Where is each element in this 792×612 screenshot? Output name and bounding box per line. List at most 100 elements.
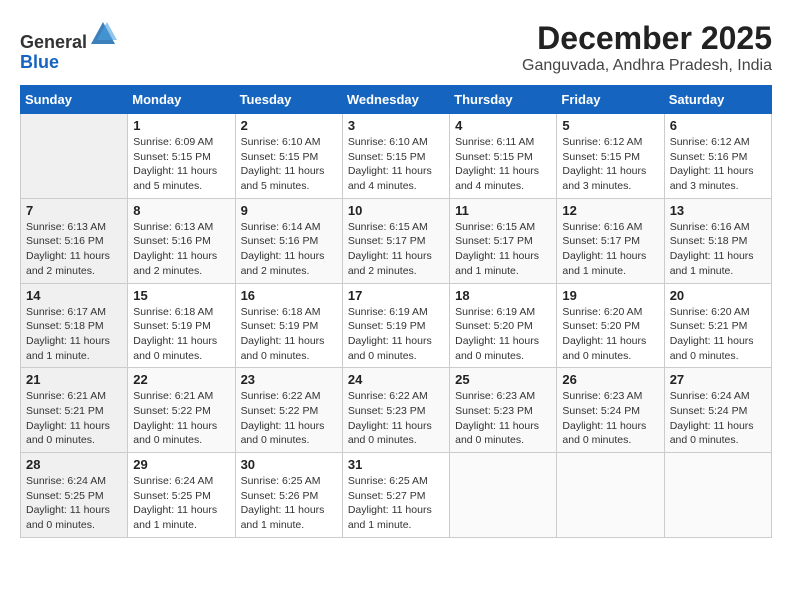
weekday-header-saturday: Saturday xyxy=(664,86,771,114)
day-number: 11 xyxy=(455,203,551,218)
day-number: 26 xyxy=(562,372,658,387)
weekday-header-row: SundayMondayTuesdayWednesdayThursdayFrid… xyxy=(21,86,772,114)
cell-info: Sunrise: 6:25 AM Sunset: 5:26 PM Dayligh… xyxy=(241,474,337,533)
cell-info: Sunrise: 6:20 AM Sunset: 5:20 PM Dayligh… xyxy=(562,305,658,364)
calendar-cell xyxy=(557,453,664,538)
day-number: 20 xyxy=(670,288,766,303)
day-number: 19 xyxy=(562,288,658,303)
cell-info: Sunrise: 6:23 AM Sunset: 5:24 PM Dayligh… xyxy=(562,389,658,448)
cell-info: Sunrise: 6:16 AM Sunset: 5:17 PM Dayligh… xyxy=(562,220,658,279)
cell-info: Sunrise: 6:15 AM Sunset: 5:17 PM Dayligh… xyxy=(348,220,444,279)
cell-info: Sunrise: 6:21 AM Sunset: 5:22 PM Dayligh… xyxy=(133,389,229,448)
calendar-cell: 3 Sunrise: 6:10 AM Sunset: 5:15 PM Daylig… xyxy=(342,114,449,199)
title-area: December 2025 Ganguvada, Andhra Pradesh,… xyxy=(522,20,772,75)
weekday-header-tuesday: Tuesday xyxy=(235,86,342,114)
cell-info: Sunrise: 6:22 AM Sunset: 5:22 PM Dayligh… xyxy=(241,389,337,448)
calendar-cell: 7 Sunrise: 6:13 AM Sunset: 5:16 PM Daylig… xyxy=(21,198,128,283)
day-number: 6 xyxy=(670,118,766,133)
calendar-cell: 4 Sunrise: 6:11 AM Sunset: 5:15 PM Daylig… xyxy=(450,114,557,199)
calendar-cell: 8Sunrise: 6:13 AM Sunset: 5:16 PM Daylig… xyxy=(128,198,235,283)
day-number: 23 xyxy=(241,372,337,387)
day-number: 21 xyxy=(26,372,122,387)
cell-info: Sunrise: 6:16 AM Sunset: 5:18 PM Dayligh… xyxy=(670,220,766,279)
cell-info: Sunrise: 6:25 AM Sunset: 5:27 PM Dayligh… xyxy=(348,474,444,533)
calendar-cell: 9 Sunrise: 6:14 AM Sunset: 5:16 PM Daylig… xyxy=(235,198,342,283)
day-number: 16 xyxy=(241,288,337,303)
logo: General Blue xyxy=(20,20,117,73)
calendar-cell: 12 Sunrise: 6:16 AM Sunset: 5:17 PM Dayli… xyxy=(557,198,664,283)
calendar-cell: 17Sunrise: 6:19 AM Sunset: 5:19 PM Dayli… xyxy=(342,283,449,368)
calendar-week-row: 7 Sunrise: 6:13 AM Sunset: 5:16 PM Daylig… xyxy=(21,198,772,283)
calendar-cell: 5Sunrise: 6:12 AM Sunset: 5:15 PM Daylig… xyxy=(557,114,664,199)
day-number: 1 xyxy=(133,118,229,133)
day-number: 4 xyxy=(455,118,551,133)
cell-info: Sunrise: 6:20 AM Sunset: 5:21 PM Dayligh… xyxy=(670,305,766,364)
day-number: 3 xyxy=(348,118,444,133)
calendar-cell xyxy=(450,453,557,538)
day-number: 7 xyxy=(26,203,122,218)
calendar-cell: 29Sunrise: 6:24 AM Sunset: 5:25 PM Dayli… xyxy=(128,453,235,538)
calendar-cell: 2Sunrise: 6:10 AM Sunset: 5:15 PM Daylig… xyxy=(235,114,342,199)
cell-info: Sunrise: 6:11 AM Sunset: 5:15 PM Dayligh… xyxy=(455,135,551,194)
day-number: 2 xyxy=(241,118,337,133)
day-number: 10 xyxy=(348,203,444,218)
day-number: 27 xyxy=(670,372,766,387)
day-number: 9 xyxy=(241,203,337,218)
calendar-cell xyxy=(21,114,128,199)
calendar-cell: 1 Sunrise: 6:09 AM Sunset: 5:15 PM Daylig… xyxy=(128,114,235,199)
cell-info: Sunrise: 6:14 AM Sunset: 5:16 PM Dayligh… xyxy=(241,220,337,279)
calendar-cell: 11 Sunrise: 6:15 AM Sunset: 5:17 PM Dayli… xyxy=(450,198,557,283)
location-title: Ganguvada, Andhra Pradesh, India xyxy=(522,57,772,75)
page-header: General Blue December 2025 Ganguvada, An… xyxy=(20,20,772,75)
calendar-cell: 6 Sunrise: 6:12 AM Sunset: 5:16 PM Daylig… xyxy=(664,114,771,199)
day-number: 29 xyxy=(133,457,229,472)
logo-blue: Blue xyxy=(20,52,59,72)
weekday-header-sunday: Sunday xyxy=(21,86,128,114)
calendar-cell xyxy=(664,453,771,538)
cell-info: Sunrise: 6:23 AM Sunset: 5:23 PM Dayligh… xyxy=(455,389,551,448)
cell-info: Sunrise: 6:12 AM Sunset: 5:16 PM Dayligh… xyxy=(670,135,766,194)
day-number: 5 xyxy=(562,118,658,133)
cell-info: Sunrise: 6:15 AM Sunset: 5:17 PM Dayligh… xyxy=(455,220,551,279)
calendar-week-row: 14 Sunrise: 6:17 AM Sunset: 5:18 PM Dayli… xyxy=(21,283,772,368)
cell-info: Sunrise: 6:17 AM Sunset: 5:18 PM Dayligh… xyxy=(26,305,122,364)
cell-info: Sunrise: 6:18 AM Sunset: 5:19 PM Dayligh… xyxy=(133,305,229,364)
day-number: 31 xyxy=(348,457,444,472)
cell-info: Sunrise: 6:24 AM Sunset: 5:24 PM Dayligh… xyxy=(670,389,766,448)
calendar-cell: 16Sunrise: 6:18 AM Sunset: 5:19 PM Dayli… xyxy=(235,283,342,368)
calendar-week-row: 28Sunrise: 6:24 AM Sunset: 5:25 PM Dayli… xyxy=(21,453,772,538)
weekday-header-wednesday: Wednesday xyxy=(342,86,449,114)
calendar-cell: 10 Sunrise: 6:15 AM Sunset: 5:17 PM Dayli… xyxy=(342,198,449,283)
weekday-header-friday: Friday xyxy=(557,86,664,114)
calendar-table: SundayMondayTuesdayWednesdayThursdayFrid… xyxy=(20,85,772,538)
logo-icon xyxy=(89,20,117,48)
cell-info: Sunrise: 6:22 AM Sunset: 5:23 PM Dayligh… xyxy=(348,389,444,448)
month-title: December 2025 xyxy=(522,20,772,57)
cell-info: Sunrise: 6:13 AM Sunset: 5:16 PM Dayligh… xyxy=(133,220,229,279)
day-number: 25 xyxy=(455,372,551,387)
calendar-week-row: 1 Sunrise: 6:09 AM Sunset: 5:15 PM Daylig… xyxy=(21,114,772,199)
day-number: 12 xyxy=(562,203,658,218)
cell-info: Sunrise: 6:13 AM Sunset: 5:16 PM Dayligh… xyxy=(26,220,122,279)
day-number: 17 xyxy=(348,288,444,303)
day-number: 22 xyxy=(133,372,229,387)
calendar-cell: 19 Sunrise: 6:20 AM Sunset: 5:20 PM Dayli… xyxy=(557,283,664,368)
day-number: 15 xyxy=(133,288,229,303)
calendar-cell: 22 Sunrise: 6:21 AM Sunset: 5:22 PM Dayli… xyxy=(128,368,235,453)
calendar-cell: 25 Sunrise: 6:23 AM Sunset: 5:23 PM Dayli… xyxy=(450,368,557,453)
day-number: 28 xyxy=(26,457,122,472)
cell-info: Sunrise: 6:09 AM Sunset: 5:15 PM Dayligh… xyxy=(133,135,229,194)
day-number: 30 xyxy=(241,457,337,472)
cell-info: Sunrise: 6:21 AM Sunset: 5:21 PM Dayligh… xyxy=(26,389,122,448)
calendar-cell: 15 Sunrise: 6:18 AM Sunset: 5:19 PM Dayli… xyxy=(128,283,235,368)
calendar-cell: 18Sunrise: 6:19 AM Sunset: 5:20 PM Dayli… xyxy=(450,283,557,368)
calendar-cell: 21 Sunrise: 6:21 AM Sunset: 5:21 PM Dayli… xyxy=(21,368,128,453)
calendar-cell: 14 Sunrise: 6:17 AM Sunset: 5:18 PM Dayli… xyxy=(21,283,128,368)
day-number: 24 xyxy=(348,372,444,387)
calendar-cell: 20 Sunrise: 6:20 AM Sunset: 5:21 PM Dayli… xyxy=(664,283,771,368)
calendar-cell: 28Sunrise: 6:24 AM Sunset: 5:25 PM Dayli… xyxy=(21,453,128,538)
cell-info: Sunrise: 6:19 AM Sunset: 5:20 PM Dayligh… xyxy=(455,305,551,364)
day-number: 14 xyxy=(26,288,122,303)
cell-info: Sunrise: 6:10 AM Sunset: 5:15 PM Dayligh… xyxy=(348,135,444,194)
weekday-header-thursday: Thursday xyxy=(450,86,557,114)
